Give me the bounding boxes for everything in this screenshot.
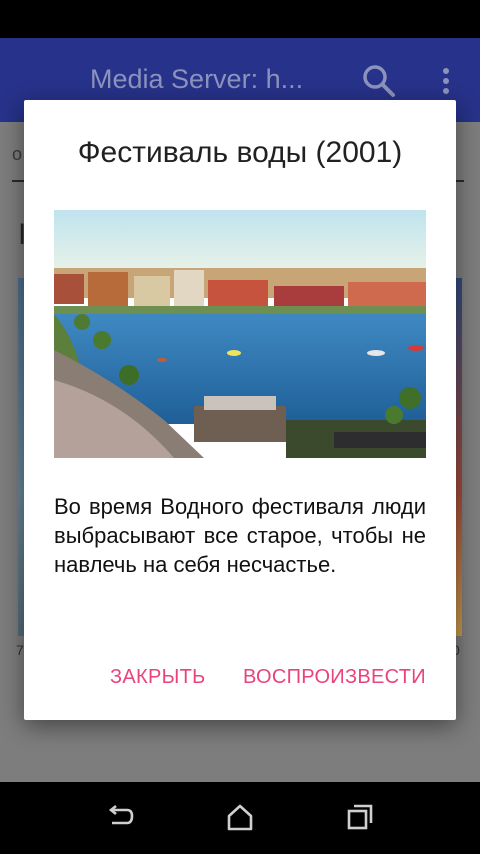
overflow-menu-icon[interactable] (436, 66, 456, 96)
status-bar (0, 0, 480, 38)
dialog-title: Фестиваль воды (2001) (77, 136, 403, 169)
recents-icon[interactable] (345, 802, 375, 832)
dialog-description: Во время Водного фестиваля люди выбрасыв… (54, 494, 426, 577)
close-button[interactable]: ЗАКРЫТЬ (110, 666, 206, 689)
media-info-dialog: Фестиваль воды (2001) Во время Водного ф… (24, 100, 456, 720)
search-icon[interactable] (360, 62, 396, 98)
app-title: Media Server: h... (90, 64, 304, 94)
lakeside-festival-photo (54, 210, 426, 458)
card-caption-fragment-left: 7 (16, 642, 24, 658)
back-icon[interactable] (105, 802, 135, 832)
play-button[interactable]: ВОСПРОИЗВЕСТИ (243, 666, 426, 689)
home-icon[interactable] (225, 802, 255, 832)
tab-label-fragment: о (12, 144, 23, 164)
